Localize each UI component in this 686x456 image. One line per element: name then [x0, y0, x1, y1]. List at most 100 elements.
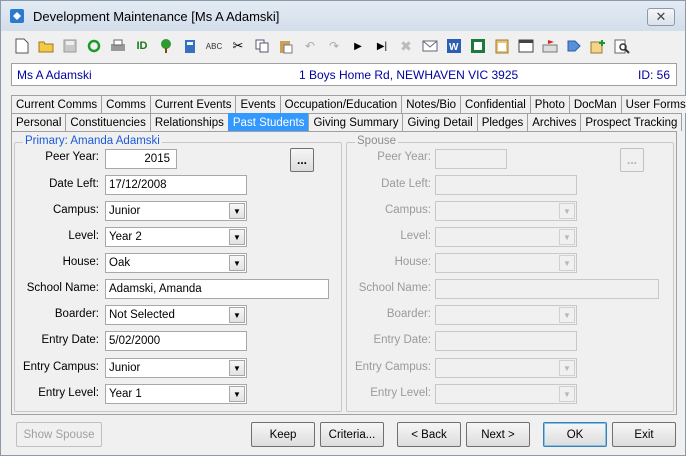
- save-icon[interactable]: [59, 35, 81, 57]
- campus-select[interactable]: Junior ▼: [105, 201, 247, 221]
- school-name-field[interactable]: Adamski, Amanda: [105, 279, 329, 299]
- level-label: Level:: [68, 230, 99, 242]
- boarder-select[interactable]: Not Selected ▼: [105, 305, 247, 325]
- chevron-down-icon: ▼: [559, 229, 575, 245]
- tab-comms[interactable]: Comms: [101, 95, 151, 113]
- campus-value: Junior: [109, 205, 141, 217]
- tab-current-comms[interactable]: Current Comms: [11, 95, 103, 113]
- word-icon[interactable]: W: [443, 35, 465, 57]
- tab-constituencies[interactable]: Constituencies: [65, 113, 151, 131]
- tab-occupation-education[interactable]: Occupation/Education: [279, 95, 403, 113]
- spouse-group: Spouse Peer Year: ... Date Left: Campus:…: [346, 135, 674, 412]
- print-icon[interactable]: [107, 35, 129, 57]
- entry-campus-value: Junior: [109, 362, 141, 374]
- excel-icon[interactable]: [467, 35, 489, 57]
- entry-level-select[interactable]: Year 1 ▼: [105, 384, 247, 404]
- tree-icon[interactable]: [155, 35, 177, 57]
- tab-row-upper: Current Comms Comms Current Events Event…: [11, 95, 686, 113]
- keep-button[interactable]: Keep: [251, 422, 315, 447]
- ok-button[interactable]: OK: [543, 422, 607, 447]
- chevron-down-icon[interactable]: ▼: [229, 360, 245, 376]
- spouse-campus-label: Campus:: [384, 204, 431, 216]
- next-button[interactable]: Next >: [466, 422, 530, 447]
- flag-icon[interactable]: [539, 35, 561, 57]
- tab-personal[interactable]: Personal: [11, 113, 67, 131]
- spouse-group-title: Spouse: [355, 135, 399, 147]
- spouse-school-name-label: School Name:: [358, 282, 431, 294]
- house-select[interactable]: Oak ▼: [105, 253, 247, 273]
- chevron-down-icon[interactable]: ▼: [229, 229, 245, 245]
- cut-icon[interactable]: ✂: [227, 35, 249, 57]
- tab-notes-bio[interactable]: Notes/Bio: [401, 95, 462, 113]
- copy-icon[interactable]: [251, 35, 273, 57]
- peer-year-field[interactable]: 2015: [105, 149, 177, 169]
- spouse-entry-date-label: Entry Date:: [373, 334, 431, 346]
- calculator-icon[interactable]: [179, 35, 201, 57]
- tab-pledges[interactable]: Pledges: [476, 113, 529, 131]
- chevron-down-icon[interactable]: ▼: [229, 203, 245, 219]
- app-icon: [9, 8, 25, 24]
- campus-label: Campus:: [52, 204, 99, 216]
- peer-year-ellipsis-button[interactable]: ...: [290, 148, 314, 172]
- spellcheck-icon[interactable]: ABC: [203, 35, 225, 57]
- tab-giving-detail[interactable]: Giving Detail: [402, 113, 478, 131]
- chevron-down-icon[interactable]: ▼: [229, 255, 245, 271]
- spouse-level-select: ▼: [435, 227, 577, 247]
- tab-prospect-tracking[interactable]: Prospect Tracking: [580, 113, 683, 131]
- tag-icon[interactable]: [563, 35, 585, 57]
- tab-docman[interactable]: DocMan: [568, 95, 622, 113]
- tab-relationships[interactable]: Relationships: [149, 113, 229, 131]
- spouse-date-left-label: Date Left:: [381, 178, 431, 190]
- play-icon[interactable]: ▶: [347, 35, 369, 57]
- window-title: Development Maintenance [Ms A Adamski]: [33, 8, 280, 24]
- criteria-button[interactable]: Criteria...: [320, 422, 384, 447]
- open-folder-icon[interactable]: [35, 35, 57, 57]
- clipboard-icon[interactable]: [491, 35, 513, 57]
- date-left-field[interactable]: 17/12/2008: [105, 175, 247, 195]
- undo-icon[interactable]: ↶: [299, 35, 321, 57]
- tab-giving-summary[interactable]: Giving Summary: [308, 113, 404, 131]
- tab-user-forms[interactable]: User Forms: [620, 95, 686, 113]
- close-icon[interactable]: ✕: [656, 9, 667, 25]
- refresh-icon[interactable]: [83, 35, 105, 57]
- redo-icon[interactable]: ↷: [323, 35, 345, 57]
- spouse-house-label: House:: [394, 256, 431, 268]
- development-maintenance-window: Development Maintenance [Ms A Adamski] ✕…: [0, 0, 686, 456]
- title-bar: Development Maintenance [Ms A Adamski] ✕: [1, 1, 685, 31]
- chevron-down-icon: ▼: [559, 386, 575, 402]
- level-select[interactable]: Year 2 ▼: [105, 227, 247, 247]
- email-icon[interactable]: [419, 35, 441, 57]
- new-icon[interactable]: [11, 35, 33, 57]
- calendar-icon[interactable]: [515, 35, 537, 57]
- preview-icon[interactable]: [611, 35, 633, 57]
- chevron-down-icon[interactable]: ▼: [229, 307, 245, 323]
- chevron-down-icon: ▼: [559, 360, 575, 376]
- entry-level-value: Year 1: [109, 388, 142, 400]
- primary-group: Primary: Amanda Adamski Peer Year: 2015 …: [14, 135, 342, 412]
- tab-current-events[interactable]: Current Events: [149, 95, 237, 113]
- paste-icon[interactable]: [275, 35, 297, 57]
- date-left-label: Date Left:: [49, 178, 99, 190]
- tab-photo[interactable]: Photo: [529, 95, 570, 113]
- back-button[interactable]: < Back: [397, 422, 461, 447]
- skip-icon[interactable]: ▶|: [371, 35, 393, 57]
- note-add-icon[interactable]: [587, 35, 609, 57]
- tab-past-students[interactable]: Past Students: [227, 113, 310, 131]
- entry-date-field[interactable]: 5/02/2000: [105, 331, 247, 351]
- entry-campus-select[interactable]: Junior ▼: [105, 358, 247, 378]
- chevron-down-icon[interactable]: ▼: [229, 386, 245, 402]
- id-icon[interactable]: ID: [131, 35, 153, 57]
- tab-events[interactable]: Events: [235, 95, 281, 113]
- primary-group-title: Primary: Amanda Adamski: [23, 135, 162, 147]
- tab-archives[interactable]: Archives: [527, 113, 582, 131]
- exit-button[interactable]: Exit: [612, 422, 676, 447]
- chevron-down-icon: ▼: [559, 203, 575, 219]
- peer-year-label: Peer Year:: [45, 151, 99, 163]
- delete-icon[interactable]: ✖: [395, 35, 417, 57]
- spouse-boarder-label: Boarder:: [386, 308, 431, 320]
- spouse-entry-date-field: [435, 331, 577, 351]
- tab-confidential[interactable]: Confidential: [460, 95, 531, 113]
- close-button[interactable]: ✕: [647, 8, 675, 26]
- show-spouse-button[interactable]: Show Spouse: [16, 422, 102, 447]
- spouse-peer-year-label: Peer Year:: [377, 151, 431, 163]
